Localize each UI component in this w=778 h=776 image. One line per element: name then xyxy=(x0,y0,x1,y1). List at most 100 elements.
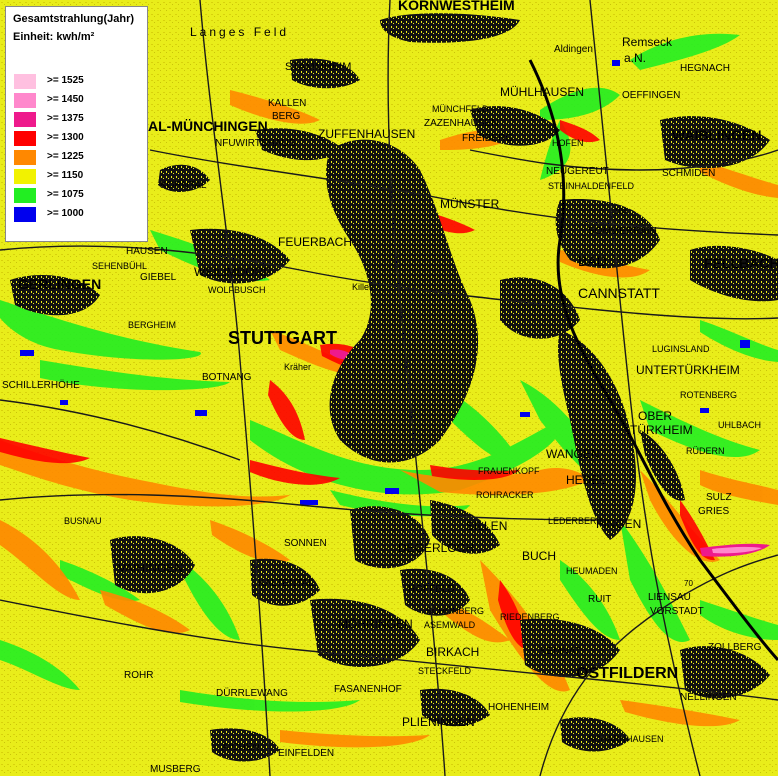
place-label: EINFELDEN xyxy=(278,748,334,759)
place-label: SCHARNHAUSEN xyxy=(588,734,664,744)
place-label: STEINHALDENFELD xyxy=(548,181,635,191)
place-label: HEUMADEN xyxy=(566,566,618,576)
place-label: BIRKACH xyxy=(426,645,479,659)
place-label: FASANENHOF xyxy=(334,684,402,695)
place-label: MÜNSTER xyxy=(440,197,500,211)
place-label: ROTENBERG xyxy=(680,390,737,400)
place-label: NELLINGEN xyxy=(680,692,737,703)
legend-label: >= 1300 xyxy=(47,132,84,143)
legend-swatch xyxy=(14,93,36,108)
place-label: KORNWESTHEIM xyxy=(398,0,515,13)
place-label: WOLFBUSCH xyxy=(208,285,266,295)
place-label: BUSNAU xyxy=(64,516,102,526)
road-number: 70 xyxy=(684,579,693,588)
place-label: MÖHRINGEN xyxy=(338,617,413,631)
place-label: KEMNAT xyxy=(540,646,581,657)
place-label: SCHÖNBERG xyxy=(426,606,484,616)
legend-swatch xyxy=(14,188,36,203)
legend-swatch xyxy=(14,131,36,146)
place-label: SILLEN xyxy=(466,519,507,533)
legend-title: Gesamtstrahlung(Jahr) xyxy=(13,13,135,25)
place-label: OEFFINGEN xyxy=(622,90,680,101)
place-label: SEHENBÜHL xyxy=(92,261,147,271)
place-label: WAIBLINGEN xyxy=(672,127,761,143)
place-label: HEDEL xyxy=(566,473,606,487)
place-label: HEGNACH xyxy=(680,63,730,74)
place-label: CANNSTATT xyxy=(578,285,660,301)
place-label: GRIES xyxy=(698,506,729,517)
place-label: UHLBACH xyxy=(718,420,761,430)
place-label: FREIBERG xyxy=(462,133,513,144)
place-label: NEUGEREUT xyxy=(546,166,609,177)
place-label: FEUERBACH xyxy=(278,235,352,249)
place-label: RÜDERN xyxy=(686,446,725,456)
place-label: VORSTADT xyxy=(650,606,704,617)
place-label: Killes xyxy=(352,282,374,292)
place-label: SULZ xyxy=(706,492,732,503)
legend-swatch xyxy=(14,74,36,89)
place-label: BERG xyxy=(272,111,301,122)
place-label: STECKFELD xyxy=(418,666,472,676)
place-label: FINGEN xyxy=(596,517,641,531)
legend-swatch xyxy=(14,207,36,222)
legend-swatch xyxy=(14,112,36,127)
place-label: ZAZENHAUSEN xyxy=(424,118,498,129)
legend-unit: Einheit: kwh/m² xyxy=(13,31,95,43)
place-label: OBER xyxy=(638,409,672,423)
place-label: KALTENTAL xyxy=(258,578,314,589)
place-label: FRAUENKOPF xyxy=(478,466,540,476)
place-label: WANGEN xyxy=(546,447,600,461)
place-label: BOTNANG xyxy=(202,372,252,383)
place-label: SOMMERRAIN xyxy=(588,226,657,237)
place-label: Aldingen xyxy=(554,44,593,55)
place-label: PLIENINGEN xyxy=(402,715,475,729)
place-label: ROHR xyxy=(124,670,153,681)
legend-label: >= 1525 xyxy=(47,75,84,86)
place-label: AICHEN xyxy=(222,742,260,753)
place-label: LIENSAU xyxy=(648,592,691,603)
legend-label: >= 1450 xyxy=(47,94,84,105)
place-label: BAD xyxy=(578,253,607,269)
place-label: GERLINGEN xyxy=(18,276,101,292)
place-label: a.N. xyxy=(624,51,646,65)
place-label: GIEBEL xyxy=(140,272,177,283)
place-label: HOFFELD xyxy=(408,584,455,595)
place-label: SONNEN xyxy=(284,538,327,549)
place-label: BUCH xyxy=(522,549,556,563)
place-label: STAMMHEIM xyxy=(285,61,351,73)
legend-label: >= 1225 xyxy=(47,151,84,162)
legend-label: >= 1000 xyxy=(47,208,84,219)
place-label: AL-MÜNCHINGEN xyxy=(148,118,268,134)
place-label: ZUFFENHAUSEN xyxy=(318,127,415,141)
legend-swatch xyxy=(14,169,36,184)
legend-swatch xyxy=(14,150,36,165)
place-label: VAIHINGEN xyxy=(118,561,183,575)
legend-label: >= 1150 xyxy=(47,170,84,181)
place-label: ROHRACKER xyxy=(476,490,534,500)
place-label: NFUWIRTSHAUS xyxy=(215,138,296,149)
place-label: MÜNCHFELD xyxy=(432,104,489,114)
legend-label: >= 1375 xyxy=(47,113,84,124)
place-label: DÜRRLEWANG xyxy=(216,687,288,699)
place-label: MÜHLHAUSEN xyxy=(500,85,584,99)
place-label: SCHILLERHÖHE xyxy=(2,379,80,391)
legend-label: >= 1075 xyxy=(47,189,84,200)
place-label: ZOLLBERG xyxy=(708,642,762,653)
place-label: STUTTGART xyxy=(228,328,337,348)
place-label: Remseck xyxy=(622,35,673,49)
place-label: MUSBERG xyxy=(150,764,201,775)
place-label: Kräher xyxy=(284,362,311,372)
place-label: ASEMWALD xyxy=(424,620,476,630)
place-label: Langes Feld xyxy=(190,25,289,39)
road-number: 104 xyxy=(614,207,628,216)
place-label: FELLBACH xyxy=(704,255,778,271)
place-label: KALLEN xyxy=(268,98,306,109)
place-label: DEGERLOCH xyxy=(398,541,474,555)
place-label: RUIT xyxy=(588,594,611,605)
place-label: WEILIMDORF xyxy=(194,265,271,279)
place-label: UNTERTÜRKHEIM xyxy=(636,363,740,377)
map-legend: Gesamtstrahlung(Jahr) Einheit: kwh/m² >=… xyxy=(5,6,148,242)
place-label: HOFEN xyxy=(552,138,584,148)
place-label: LUGINSLAND xyxy=(652,344,710,354)
place-label: SCHMIDEN xyxy=(662,168,715,179)
